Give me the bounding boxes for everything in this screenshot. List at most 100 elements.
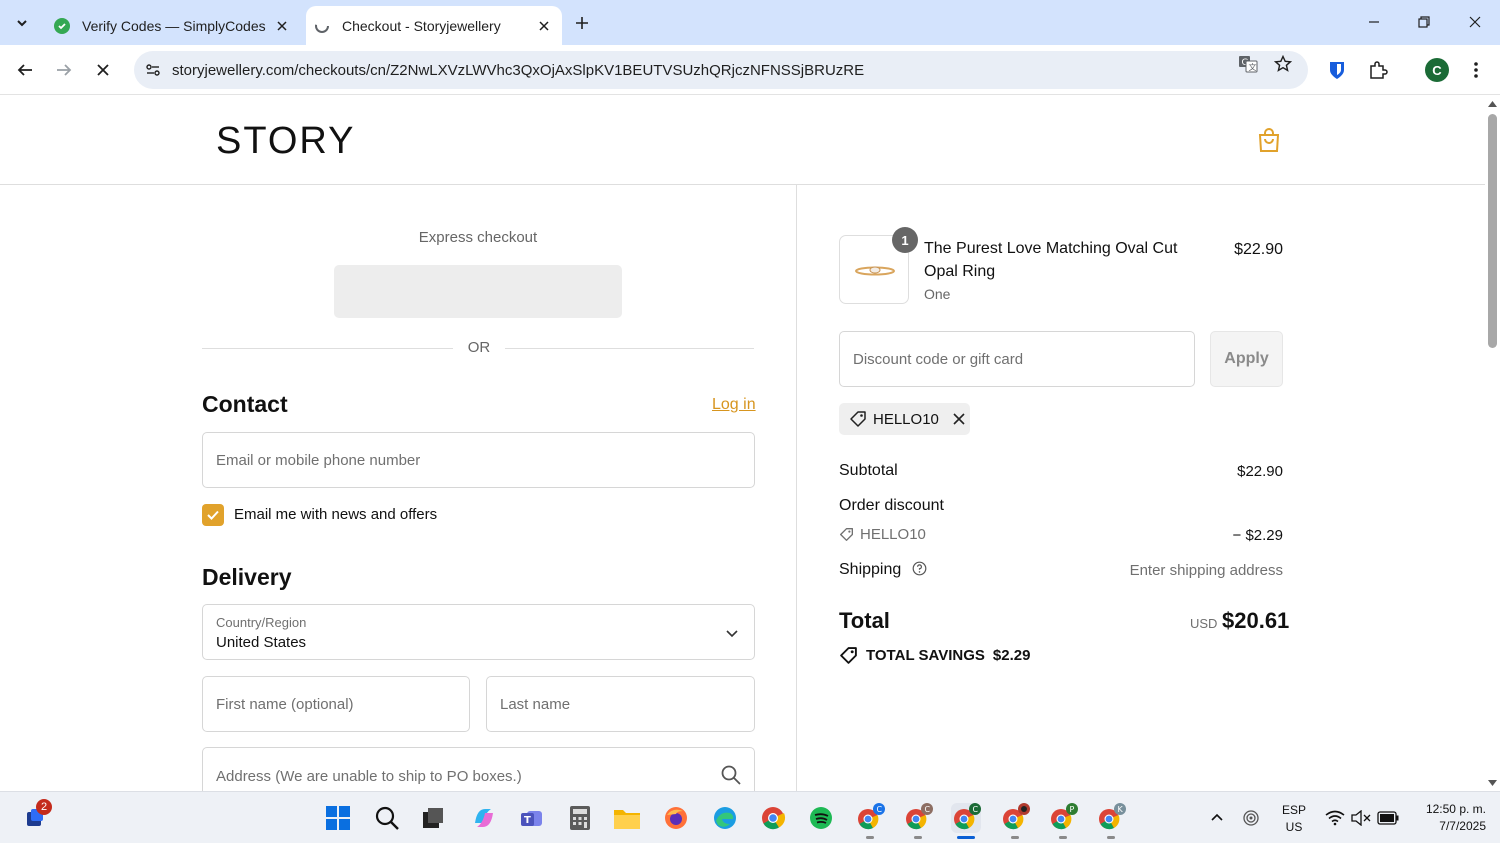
show-hidden-icons-button[interactable] (1202, 803, 1232, 833)
close-window-button[interactable] (1452, 6, 1498, 38)
shopping-bag-icon[interactable] (1255, 126, 1283, 154)
bitwarden-extension-button[interactable] (1322, 55, 1352, 85)
profile-letter: C (973, 805, 979, 814)
calculator-icon[interactable] (565, 803, 595, 833)
tag-icon (840, 528, 853, 541)
profile-letter: K (1118, 805, 1124, 814)
store-logo[interactable]: STORY (216, 120, 356, 163)
country-select[interactable]: Country/Region United States (202, 604, 755, 660)
address-placeholder: Address (We are unable to ship to PO box… (216, 768, 522, 785)
chrome-menu-button[interactable] (1461, 55, 1491, 85)
bookmark-button[interactable] (1268, 49, 1298, 79)
scrollbar-thumb[interactable] (1488, 114, 1497, 348)
spotify-icon[interactable] (806, 803, 836, 833)
email-field[interactable]: Email or mobile phone number (202, 432, 755, 488)
battery-icon[interactable] (1373, 803, 1403, 833)
apply-discount-button[interactable]: Apply (1210, 331, 1283, 387)
shipping-label: Shipping (839, 561, 902, 578)
extensions-button[interactable] (1363, 55, 1393, 85)
subtotal-label: Subtotal (839, 462, 898, 479)
search-icon (721, 765, 741, 785)
task-view-icon (423, 808, 443, 828)
restore-button[interactable] (1401, 6, 1447, 38)
total-savings-row: TOTAL SAVINGS $2.29 (839, 646, 1030, 665)
subtotal-value: $22.90 (1237, 463, 1283, 480)
chevron-down-icon (17, 20, 27, 27)
chrome-profile-c3-icon[interactable]: C (951, 803, 981, 833)
product-name: The Purest Love Matching Oval Cut Opal R… (924, 240, 1178, 280)
or-divider: OR (202, 338, 754, 358)
login-link[interactable]: Log in (712, 396, 756, 414)
more-vertical-icon (1474, 62, 1478, 78)
product-price: $22.90 (1234, 241, 1283, 258)
help-circle-icon[interactable] (912, 561, 927, 576)
discount-value: − $2.29 (1232, 527, 1283, 544)
file-explorer-icon[interactable] (612, 803, 642, 833)
forward-button[interactable] (49, 55, 79, 85)
touch-keyboard-icon[interactable] (1236, 803, 1266, 833)
address-field[interactable]: Address (We are unable to ship to PO box… (202, 747, 755, 791)
running-indicator (866, 836, 874, 839)
site-settings-icon[interactable] (136, 55, 170, 85)
close-tab-icon[interactable] (534, 16, 554, 36)
plus-icon (576, 17, 588, 29)
scroll-down-arrow-icon[interactable] (1488, 779, 1497, 787)
svg-text:T: T (524, 815, 531, 826)
stop-loading-button[interactable] (88, 55, 118, 85)
tab-search-button[interactable] (8, 9, 36, 37)
chrome-profile-c2-icon[interactable]: C (903, 803, 933, 833)
remove-discount-icon[interactable] (951, 411, 967, 427)
chevron-up-icon (1211, 813, 1223, 821)
firefox-icon[interactable] (661, 803, 691, 833)
start-button[interactable] (323, 803, 353, 833)
copilot-icon[interactable] (469, 803, 499, 833)
country-value: United States (216, 634, 307, 651)
arrow-right-icon (57, 64, 72, 76)
task-view-button[interactable] (418, 803, 448, 833)
search-taskbar-button[interactable] (372, 803, 402, 833)
running-indicator (1011, 836, 1019, 839)
input-language-indicator[interactable]: ESP US (1280, 802, 1308, 836)
restore-icon (1418, 16, 1430, 28)
arrow-left-icon (17, 64, 32, 76)
delivery-heading: Delivery (202, 564, 292, 590)
express-checkout-button[interactable] (334, 265, 622, 318)
page-scrollbar[interactable] (1485, 96, 1500, 791)
taskbar-clock[interactable]: 12:50 p. m. 7/7/2025 (1406, 801, 1486, 835)
teams-icon[interactable]: T (517, 803, 547, 833)
address-bar[interactable]: storyjewellery.com/checkouts/cn/Z2NwLXVz… (134, 51, 1308, 89)
last-name-placeholder: Last name (500, 696, 571, 713)
chrome-profile-k-icon[interactable]: K (1096, 803, 1126, 833)
express-checkout-label: Express checkout (418, 229, 538, 246)
running-indicator (1107, 836, 1115, 839)
tab-checkout[interactable]: Checkout - Storyjewellery (306, 6, 562, 45)
tab-simplycodes[interactable]: Verify Codes — SimplyCodes (44, 6, 300, 45)
chrome-profile-c-icon[interactable]: C (855, 803, 885, 833)
edge-icon[interactable] (710, 803, 740, 833)
windows-taskbar: 2 T C C C P K ESP US 12:50 p. m. 7/7/202… (0, 791, 1500, 843)
clock-date: 7/7/2025 (1439, 819, 1486, 833)
new-tab-button[interactable] (568, 9, 596, 37)
store-header: STORY (0, 96, 1485, 185)
shield-icon (1330, 62, 1344, 79)
chrome-profile-image-icon[interactable] (1000, 803, 1030, 833)
quantity-badge: 1 (892, 227, 918, 253)
scroll-up-arrow-icon[interactable] (1488, 100, 1497, 108)
translate-button[interactable]: G文 (1233, 49, 1263, 79)
first-name-field[interactable]: First name (optional) (202, 676, 470, 732)
close-tab-icon[interactable] (272, 16, 292, 36)
profile-avatar[interactable]: C (1425, 58, 1449, 82)
volume-muted-icon[interactable] (1346, 803, 1376, 833)
discount-code-row: HELLO10 (839, 526, 926, 543)
running-indicator (1059, 836, 1067, 839)
last-name-field[interactable]: Last name (486, 676, 755, 732)
minimize-button[interactable] (1351, 6, 1397, 38)
discount-code-field[interactable]: Discount code or gift card (839, 331, 1195, 387)
tag-icon (840, 647, 857, 664)
newsletter-checkbox[interactable] (202, 504, 224, 526)
back-button[interactable] (10, 55, 40, 85)
email-placeholder: Email or mobile phone number (216, 452, 421, 469)
chrome-profile-p-icon[interactable]: P (1048, 803, 1078, 833)
profile-letter: C (925, 805, 931, 814)
chrome-icon[interactable] (758, 803, 788, 833)
